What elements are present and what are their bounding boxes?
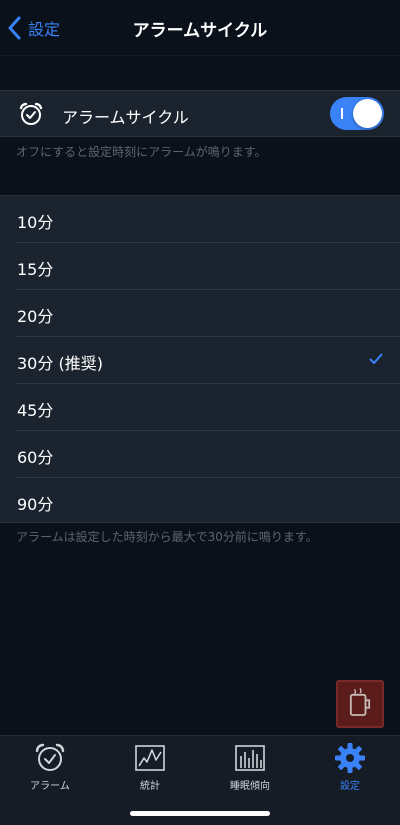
bar-chart-icon	[235, 745, 265, 771]
option-row[interactable]: 20分	[0, 290, 400, 337]
navigation-bar: 設定 アラームサイクル	[0, 0, 400, 56]
toggle-on-indicator	[341, 108, 343, 119]
tab-label: アラーム	[30, 781, 70, 792]
toggle-knob	[353, 99, 382, 128]
watermark-stamp	[336, 680, 384, 728]
alarm-cycle-footnote: オフにすると設定時刻にアラームが鳴ります。	[16, 145, 267, 159]
option-row[interactable]: 30分 (推奨)	[0, 337, 400, 384]
home-indicator[interactable]	[130, 811, 270, 816]
tab-sleep-trends[interactable]: 睡眠傾向	[200, 742, 300, 798]
option-row[interactable]: 60分	[0, 431, 400, 478]
stamp-glyph-icon	[349, 688, 371, 716]
alarm-cycle-row: アラームサイクル	[0, 90, 400, 137]
cycle-options-list: 10分 15分 20分 30分 (推奨) 45分 60分 90分	[0, 195, 400, 523]
tab-settings[interactable]: 設定	[300, 742, 400, 798]
option-label: 60分	[17, 448, 54, 467]
options-footnote: アラームは設定した時刻から最大で30分前に鳴ります。	[16, 530, 318, 544]
tab-statistics[interactable]: 統計	[100, 742, 200, 798]
line-chart-icon	[135, 745, 165, 771]
option-label: 20分	[17, 307, 54, 326]
tab-label: 統計	[140, 781, 160, 792]
tab-label: 設定	[340, 781, 360, 792]
alarm-cycle-toggle[interactable]	[330, 97, 384, 130]
checkmark-icon	[369, 353, 383, 364]
alarm-clock-icon	[19, 102, 43, 125]
alarm-cycle-label: アラームサイクル	[62, 108, 189, 127]
page-title: アラームサイクル	[132, 21, 268, 41]
alarm-clock-icon	[35, 743, 65, 771]
option-label: 45分	[17, 401, 54, 420]
option-label: 15分	[17, 260, 54, 279]
option-row[interactable]: 45分	[0, 384, 400, 431]
tab-label: 睡眠傾向	[230, 781, 270, 792]
option-row[interactable]: 10分	[0, 196, 400, 243]
option-row[interactable]: 15分	[0, 243, 400, 290]
option-label: 10分	[17, 213, 54, 232]
gear-icon	[335, 743, 365, 773]
option-label: 90分	[17, 495, 54, 514]
option-row[interactable]: 90分	[0, 478, 400, 525]
tab-alarm[interactable]: アラーム	[0, 742, 100, 798]
option-label: 30分 (推奨)	[17, 354, 103, 373]
